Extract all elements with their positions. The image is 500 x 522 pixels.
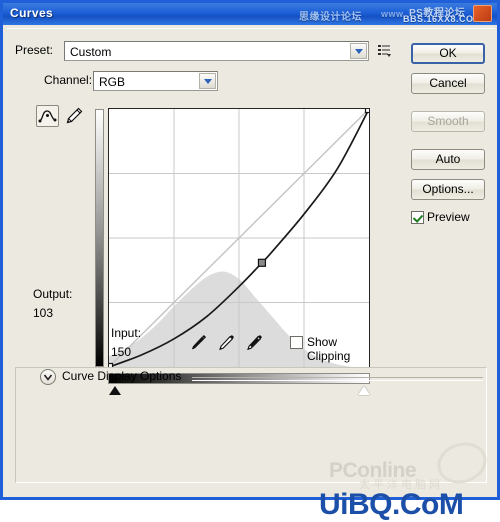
watermark-forum-cn: 思缘设计论坛 — [299, 12, 362, 23]
pencil-tool-button[interactable] — [64, 106, 84, 126]
output-label: Output: — [33, 287, 73, 301]
window-title: Curves — [10, 6, 54, 20]
auto-button[interactable]: Auto — [411, 149, 485, 170]
section-rule — [192, 377, 483, 381]
white-point-eyedropper[interactable] — [243, 332, 265, 354]
gray-point-eyedropper[interactable] — [215, 332, 237, 354]
curve-control-point[interactable] — [257, 258, 267, 267]
black-point-slider[interactable] — [109, 386, 121, 395]
show-clipping-checkbox[interactable] — [290, 336, 303, 349]
preview-label: Preview — [427, 210, 470, 224]
input-value[interactable]: 150 — [111, 345, 131, 359]
cancel-button[interactable]: Cancel — [411, 73, 485, 94]
watermark-badge-icon — [473, 5, 492, 22]
curve-control-point[interactable] — [109, 362, 114, 368]
ok-button[interactable]: OK — [411, 43, 485, 64]
curve-tool-button[interactable] — [36, 105, 59, 127]
preset-dropdown[interactable]: Custom — [64, 41, 369, 61]
output-value[interactable]: 103 — [33, 306, 53, 320]
options-button[interactable]: Options... — [411, 179, 485, 200]
curves-dialog: Curves 思缘设计论坛 www. PS教程论坛 BBS.16XX8.COM … — [0, 0, 500, 521]
channel-value: RGB — [99, 75, 126, 89]
channel-label: Channel: — [44, 73, 93, 87]
preset-label: Preset: — [15, 43, 54, 57]
curve-display-options-label: Curve Display Options — [62, 369, 182, 383]
watermark-uibq: UiBQ.CoM — [319, 488, 464, 521]
chevron-down-icon[interactable] — [350, 43, 367, 59]
black-point-eyedropper[interactable] — [187, 332, 209, 354]
curve-control-point[interactable] — [364, 109, 370, 114]
curve-plot-svg[interactable] — [109, 109, 369, 367]
title-bar: Curves 思缘设计论坛 www. PS教程论坛 BBS.16XX8.COM — [3, 3, 497, 25]
channel-dropdown[interactable]: RGB — [93, 71, 218, 91]
preview-checkbox[interactable] — [411, 211, 424, 224]
preset-value: Custom — [70, 45, 112, 59]
input-label: Input: — [111, 326, 142, 340]
curve-display-options-row[interactable]: Curve Display Options — [40, 369, 483, 387]
output-gradient-bar — [95, 109, 104, 367]
preset-menu-icon[interactable] — [377, 43, 392, 58]
chevron-down-icon[interactable] — [40, 369, 56, 385]
dialog-body: Preset: Custom Channel: RGB OK Cancel Sm… — [7, 28, 495, 521]
show-clipping-label: Show Clipping — [307, 335, 351, 363]
smooth-button: Smooth — [411, 111, 485, 132]
chevron-down-icon[interactable] — [199, 73, 216, 89]
curve-plot-area[interactable] — [108, 108, 370, 368]
watermark-bbs-url: BBS.16XX8.COM — [403, 14, 482, 24]
white-point-slider[interactable] — [358, 386, 370, 395]
